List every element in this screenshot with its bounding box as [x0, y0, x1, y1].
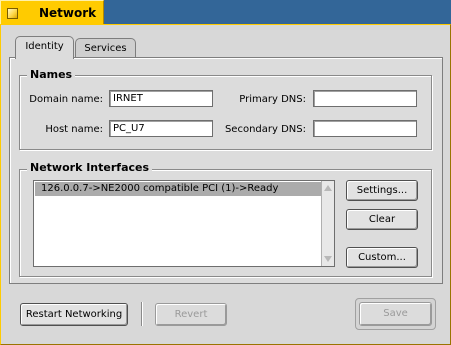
interfaces-listbox[interactable]: 126.0.0.7->NE2000 compatible PCI (1)->Re… [33, 180, 335, 267]
close-box-icon[interactable] [7, 8, 18, 19]
settings-button[interactable]: Settings... [346, 180, 418, 201]
tab-identity[interactable]: Identity [15, 36, 74, 59]
list-item[interactable]: 126.0.0.7->NE2000 compatible PCI (1)->Re… [35, 182, 322, 196]
domain-name-field[interactable]: IRNET [109, 90, 213, 107]
names-group [19, 75, 432, 150]
host-name-field[interactable]: PC_U7 [109, 120, 213, 137]
clear-button[interactable]: Clear [346, 209, 418, 230]
save-button[interactable]: Save [359, 302, 432, 326]
tab-services[interactable]: Services [75, 38, 136, 58]
domain-name-label: Domain name: [29, 94, 103, 105]
secondary-dns-field[interactable] [313, 120, 417, 137]
names-group-title: Names [27, 68, 76, 81]
window-title: Network [39, 6, 97, 20]
revert-button[interactable]: Revert [155, 303, 227, 326]
window-title-tab[interactable]: Network [0, 0, 104, 24]
list-scrollbar[interactable] [321, 181, 334, 266]
scroll-up-arrow-icon[interactable] [324, 185, 332, 191]
primary-dns-label: Primary DNS: [239, 94, 306, 105]
primary-dns-field[interactable] [313, 90, 417, 107]
host-name-label: Host name: [45, 124, 103, 135]
footer-separator [141, 302, 142, 326]
secondary-dns-label: Secondary DNS: [224, 124, 306, 135]
custom-button[interactable]: Custom... [346, 247, 418, 268]
restart-networking-button[interactable]: Restart Networking [20, 303, 128, 326]
network-interfaces-group-title: Network Interfaces [27, 161, 153, 174]
scroll-down-arrow-icon[interactable] [324, 256, 332, 262]
